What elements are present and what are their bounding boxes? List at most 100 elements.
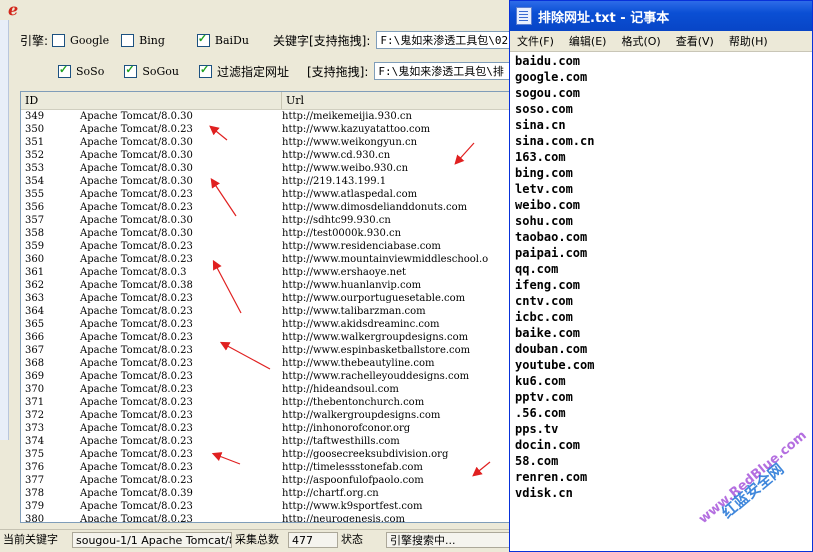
table-row[interactable]: 377 Apache Tomcat/8.0.23 http://aspoonfulo…	[21, 474, 513, 487]
checkbox-box[interactable]	[121, 33, 135, 47]
cell-url: http://sdhtc99.930.cn	[282, 215, 391, 226]
column-header-url[interactable]: Url	[282, 92, 513, 109]
notepad-line: taobao.com	[515, 230, 588, 244]
notepad-text-area[interactable]: baidu.com google.com sogou.com soso.com sina…	[515, 53, 594, 501]
table-row[interactable]: 371 Apache Tomcat/8.0.23 http://thebentonc…	[21, 396, 513, 409]
table-row[interactable]: 350 Apache Tomcat/8.0.23 http://www.kazuya…	[21, 123, 513, 136]
table-row[interactable]: 349 Apache Tomcat/8.0.30 http://meikemeiji…	[21, 110, 513, 123]
table-row[interactable]: 356 Apache Tomcat/8.0.23 http://www.dimosd…	[21, 201, 513, 214]
menu-help[interactable]: 帮助(H)	[722, 33, 776, 49]
notepad-title: 排除网址.txt - 记事本	[538, 10, 670, 26]
cell-id: 368	[25, 358, 45, 369]
engine-sogou-checkbox[interactable]: SoGou	[124, 63, 179, 78]
status-total-value: 477	[288, 532, 338, 548]
cell-server: Apache Tomcat/8.0.23	[80, 358, 193, 369]
table-row[interactable]: 360 Apache Tomcat/8.0.23 http://www.mounta…	[21, 253, 513, 266]
cell-server: Apache Tomcat/8.0.23	[80, 397, 193, 408]
cell-url: http://timelessstonefab.com	[282, 462, 423, 473]
engine-bing-checkbox[interactable]: Bing	[121, 33, 165, 47]
filter-path-field[interactable]: F:\鬼如来渗透工具包\排	[374, 62, 511, 80]
cell-server: Apache Tomcat/8.0.23	[80, 410, 193, 421]
notepad-line: bing.com	[515, 166, 573, 180]
table-row[interactable]: 375 Apache Tomcat/8.0.23 http://goosecreek…	[21, 448, 513, 461]
table-row[interactable]: 362 Apache Tomcat/8.0.38 http://www.huanla…	[21, 279, 513, 292]
table-row[interactable]: 365 Apache Tomcat/8.0.23 http://www.akidsd…	[21, 318, 513, 331]
cell-url: http://www.thebeautyline.com	[282, 358, 435, 369]
table-row[interactable]: 378 Apache Tomcat/8.0.39 http://chartf.org…	[21, 487, 513, 500]
table-row[interactable]: 367 Apache Tomcat/8.0.23 http://www.espinb…	[21, 344, 513, 357]
checkbox-box[interactable]	[198, 63, 212, 78]
table-row[interactable]: 359 Apache Tomcat/8.0.23 http://www.reside…	[21, 240, 513, 253]
notepad-line: baidu.com	[515, 54, 581, 68]
table-header: ID Url	[21, 92, 513, 110]
table-row[interactable]: 357 Apache Tomcat/8.0.30 http://sdhtc99.93…	[21, 214, 513, 227]
table-row[interactable]: 358 Apache Tomcat/8.0.30 http://test0000k.…	[21, 227, 513, 240]
status-keyword-label: 当前关键字	[3, 533, 58, 546]
cell-server: Apache Tomcat/8.0.23	[80, 423, 193, 434]
table-row[interactable]: 351 Apache Tomcat/8.0.30 http://www.weikon…	[21, 136, 513, 149]
cell-id: 350	[25, 124, 45, 135]
cell-url: http://www.mountainviewmiddleschool.o	[282, 254, 489, 265]
column-header-id[interactable]: ID	[21, 92, 282, 109]
cell-server: Apache Tomcat/8.0.23	[80, 319, 193, 330]
cell-id: 379	[25, 501, 45, 512]
table-row[interactable]: 355 Apache Tomcat/8.0.23 http://www.atlasp…	[21, 188, 513, 201]
keyword-path-field[interactable]: F:\鬼如来渗透工具包\02	[376, 31, 513, 49]
cell-id: 360	[25, 254, 45, 265]
table-row[interactable]: 372 Apache Tomcat/8.0.23 http://walkergrou…	[21, 409, 513, 422]
table-row[interactable]: 369 Apache Tomcat/8.0.23 http://www.rachel…	[21, 370, 513, 383]
cell-server: Apache Tomcat/8.0.30	[80, 228, 193, 239]
cell-id: 365	[25, 319, 45, 330]
cell-id: 364	[25, 306, 45, 317]
cell-url: http://www.espinbasketballstore.com	[282, 345, 471, 356]
status-state-label: 状态	[341, 533, 363, 546]
table-row[interactable]: 373 Apache Tomcat/8.0.23 http://inhonorofc…	[21, 422, 513, 435]
menu-format[interactable]: 格式(O)	[614, 33, 668, 49]
checkbox-box[interactable]	[58, 63, 71, 78]
engine-sogou-label: SoGou	[142, 64, 179, 78]
table-row[interactable]: 379 Apache Tomcat/8.0.23 http://www.k9spor…	[21, 500, 513, 513]
cell-url: http://www.akidsdreaminc.com	[282, 319, 440, 330]
cell-id: 356	[25, 202, 45, 213]
checkbox-box[interactable]	[124, 63, 138, 78]
checkbox-box[interactable]	[52, 33, 66, 47]
cell-url: http://aspoonfulofpaolo.com	[282, 475, 424, 486]
cell-server: Apache Tomcat/8.0.30	[80, 150, 193, 161]
notepad-window: 排除网址.txt - 记事本 文件(F) 编辑(E) 格式(O) 查看(V) 帮…	[509, 0, 813, 552]
notepad-line: letv.com	[515, 182, 573, 196]
notepad-line: pptv.com	[515, 390, 573, 404]
menu-view[interactable]: 查看(V)	[669, 33, 722, 49]
cell-url: http://thebentonchurch.com	[282, 397, 425, 408]
notepad-line: 58.com	[515, 454, 559, 468]
cell-server: Apache Tomcat/8.0.23	[80, 293, 193, 304]
table-row[interactable]: 370 Apache Tomcat/8.0.23 http://hideandsou…	[21, 383, 513, 396]
menu-edit[interactable]: 编辑(E)	[562, 33, 615, 49]
table-row[interactable]: 366 Apache Tomcat/8.0.23 http://www.walker…	[21, 331, 513, 344]
checkbox-box[interactable]	[196, 32, 210, 47]
table-row[interactable]: 354 Apache Tomcat/8.0.30 http://219.143.19…	[21, 175, 513, 188]
notepad-line: sina.com.cn	[515, 134, 595, 148]
table-row[interactable]: 374 Apache Tomcat/8.0.23 http://taftwesthi…	[21, 435, 513, 448]
table-row[interactable]: 380 Apache Tomcat/8.0.23 http://neurogenes…	[21, 513, 513, 522]
cell-server: Apache Tomcat/8.0.23	[80, 254, 193, 265]
cell-server: Apache Tomcat/8.0.23	[80, 384, 193, 395]
notepad-titlebar[interactable]: 排除网址.txt - 记事本	[510, 1, 812, 31]
cell-url: http://219.143.199.1	[282, 176, 387, 187]
engine-baidu-checkbox[interactable]: BaiDu	[196, 32, 249, 47]
engine-google-checkbox[interactable]: Google	[52, 33, 109, 47]
engine-label: 引擎:	[20, 33, 49, 48]
table-row[interactable]: 353 Apache Tomcat/8.0.30 http://www.weibo.…	[21, 162, 513, 175]
table-row[interactable]: 368 Apache Tomcat/8.0.23 http://www.thebea…	[21, 357, 513, 370]
table-row[interactable]: 361 Apache Tomcat/8.0.3 http://www.ershaoy…	[21, 266, 513, 279]
table-row[interactable]: 376 Apache Tomcat/8.0.23 http://timelessst…	[21, 461, 513, 474]
table-row[interactable]: 352 Apache Tomcat/8.0.30 http://www.cd.930…	[21, 149, 513, 162]
cell-id: 373	[25, 423, 45, 434]
table-row[interactable]: 363 Apache Tomcat/8.0.23 http://www.ourpor…	[21, 292, 513, 305]
filter-urls-checkbox[interactable]: 过滤指定网址	[198, 63, 289, 80]
notepad-line: cntv.com	[515, 294, 573, 308]
cell-url: http://www.weikongyun.cn	[282, 137, 418, 148]
engine-soso-checkbox[interactable]: SoSo	[58, 63, 104, 78]
table-row[interactable]: 364 Apache Tomcat/8.0.23 http://www.taliba…	[21, 305, 513, 318]
cell-url: http://www.kazuyatattoo.com	[282, 124, 431, 135]
menu-file[interactable]: 文件(F)	[510, 33, 562, 49]
